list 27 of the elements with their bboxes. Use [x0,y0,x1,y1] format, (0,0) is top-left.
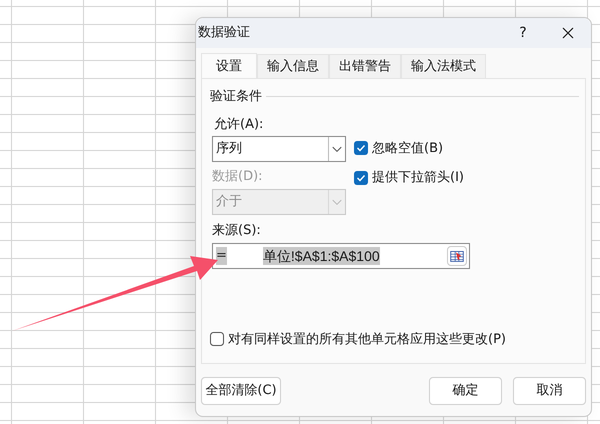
dialog-button[interactable]: 全部清除(C) [201,377,281,405]
checkbox[interactable] [210,332,224,346]
window-title: 数据验证 [198,24,250,42]
tab[interactable]: 出错警告 [329,54,401,78]
checkbox-label: 对有同样设置的所有其他单元格应用这些更改(P) [228,330,506,348]
checkbox[interactable] [354,141,368,156]
dialog-button[interactable]: 取消 [513,377,586,405]
help-button[interactable]: ? [508,22,538,44]
field-value: = [216,247,227,265]
dropdown-value: 介于 [215,192,243,211]
dropdown[interactable]: 序列 [212,136,346,162]
checkbox[interactable] [354,170,368,185]
tab[interactable]: 输入法模式 [401,54,486,78]
tab[interactable]: 输入信息 [257,54,329,78]
close-icon[interactable] [562,27,574,39]
dialog-button[interactable]: 确定 [429,377,502,405]
field-value: 单位!$A$1:$A$100 [262,247,380,265]
checkbox-label: 提供下拉箭头(I) [372,169,464,187]
range-select-icon[interactable] [447,246,467,266]
dropdown-value: 序列 [215,140,243,158]
source-field[interactable]: = 单位!$A$1:$A$100 [212,243,470,269]
group-title: 验证条件 [210,88,262,106]
tab[interactable]: 设置 [201,53,257,79]
field-label: 允许(A): [213,116,264,134]
field-label: 数据(D): [212,168,264,186]
field-label: 来源(S): [212,222,262,240]
checkbox-label: 忽略空值(B) [372,140,444,158]
